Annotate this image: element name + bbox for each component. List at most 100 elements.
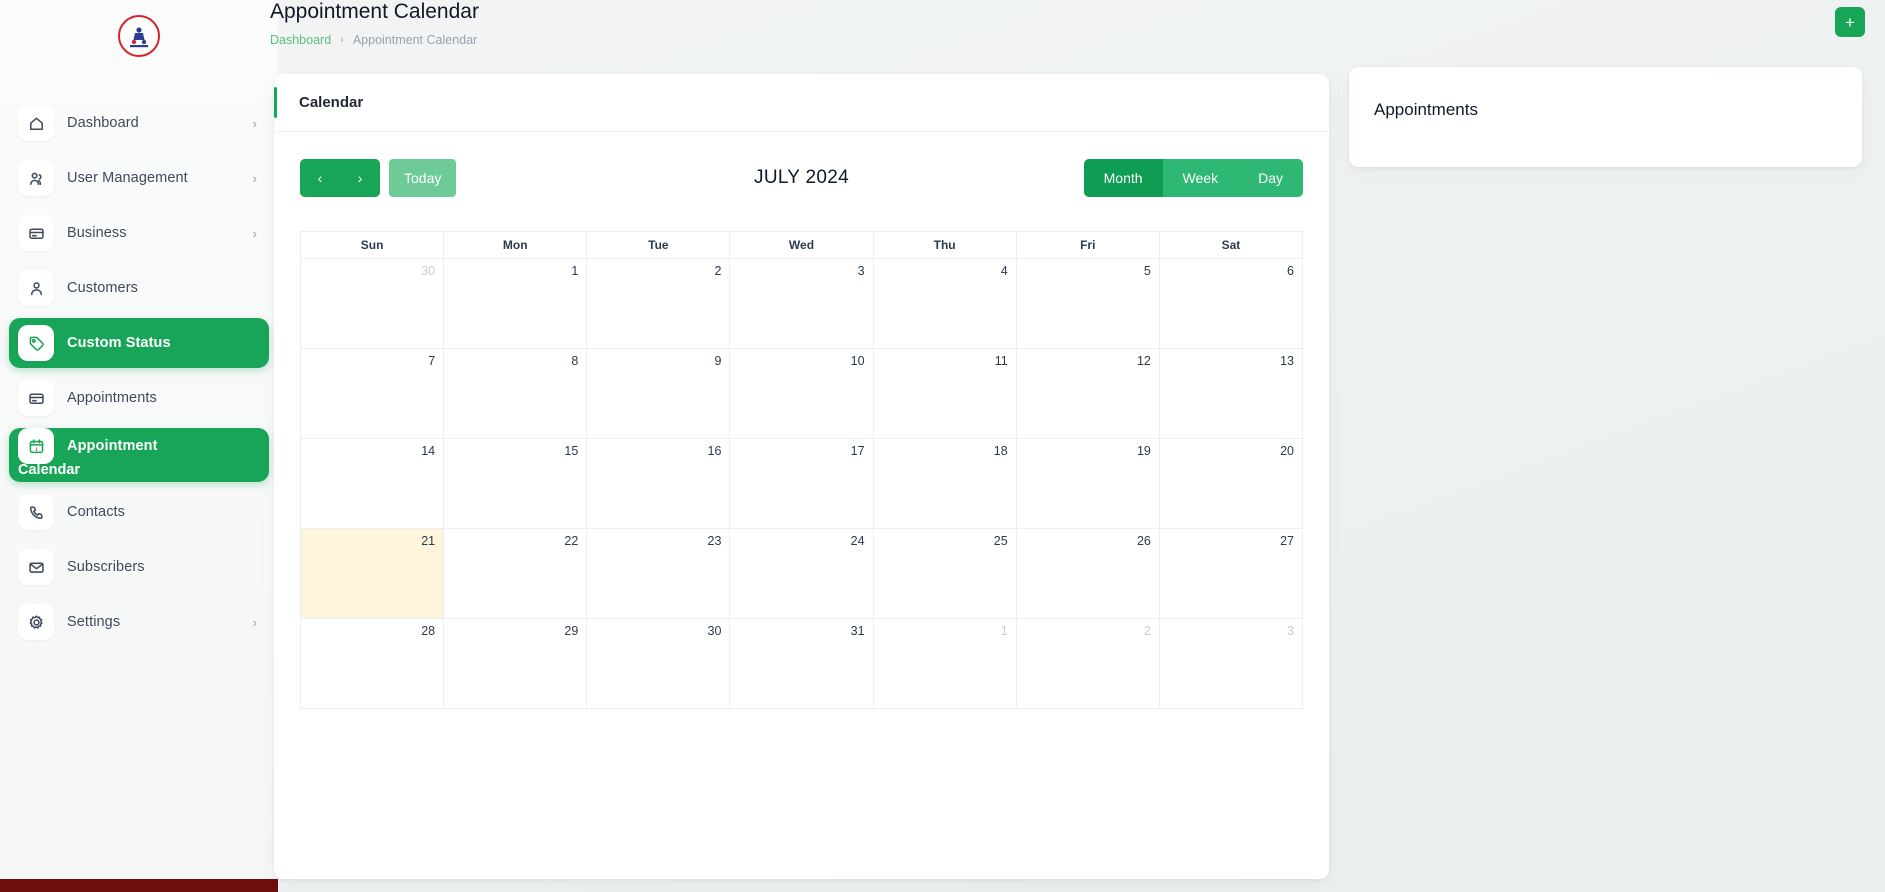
sidebar-item-business[interactable]: Business › (9, 208, 269, 258)
calendar-day-cell-today[interactable]: 21 (301, 529, 445, 619)
phone-icon (29, 505, 43, 519)
calendar-day-cell[interactable]: 5 (1016, 259, 1160, 349)
calendar-day-cell[interactable]: 24 (730, 529, 874, 619)
sidebar-item-label: Subscribers (67, 559, 145, 575)
mail-icon-wrapper (18, 549, 54, 585)
chevron-right-icon: › (252, 115, 257, 131)
calendar-card-title: Calendar (299, 94, 364, 111)
calendar-day-cell[interactable]: 8 (444, 349, 588, 439)
calendar-grid: Sun Mon Tue Wed Thu Fri Sat 30 1 2 3 4 5 6 7 8 9 10 11 12 13… (300, 231, 1303, 709)
sidebar-item-label: Appointments (67, 390, 157, 406)
logo-mark-icon (130, 27, 148, 48)
calendar-day-cell[interactable]: 19 (1016, 439, 1160, 529)
card-accent-bar (274, 87, 277, 118)
sidebar-item-label: Contacts (67, 504, 126, 520)
sidebar-item-subscribers[interactable]: Subscribers (9, 542, 269, 592)
calendar-day-cell[interactable]: 30 (587, 619, 731, 709)
calendar-day-cell[interactable]: 6 (1159, 259, 1302, 349)
tag-icon (29, 336, 44, 351)
calendar-dayname-sat: Sat (1159, 232, 1302, 259)
breadcrumb-dashboard-link[interactable]: Dashboard (270, 33, 331, 47)
chevron-right-icon: › (252, 225, 257, 241)
chevron-right-icon: › (252, 170, 257, 186)
sidebar-item-settings[interactable]: Settings › (9, 597, 269, 647)
next-month-button[interactable]: › (340, 159, 380, 197)
sidebar-item-label: Customers (67, 280, 138, 296)
add-appointment-button[interactable]: + (1835, 7, 1865, 37)
sidebar-item-appointments[interactable]: Appointments (9, 373, 269, 423)
today-button[interactable]: Today (389, 159, 457, 197)
view-month-button[interactable]: Month (1083, 159, 1163, 197)
calendar-day-cell[interactable]: 29 (444, 619, 588, 709)
gear-icon (29, 614, 43, 629)
calendar-day-cell[interactable]: 2 (587, 259, 731, 349)
calendar-day-cell[interactable]: 4 (873, 259, 1017, 349)
sidebar-item-appointment[interactable]: 1 Appointment Calendar (9, 428, 269, 482)
sidebar-item-custom-status[interactable]: Custom Status (9, 318, 269, 368)
calendar-day-cell[interactable]: 11 (873, 349, 1017, 439)
calendar-dayname-mon: Mon (444, 232, 588, 259)
calendar-day-cell[interactable]: 28 (301, 619, 445, 709)
calendar-day-cell[interactable]: 1 (444, 259, 588, 349)
card-icon-wrapper (18, 380, 54, 416)
calendar-dayname-row: Sun Mon Tue Wed Thu Fri Sat (301, 232, 1302, 259)
card-icon (28, 392, 44, 404)
calendar-day-cell[interactable]: 30 (301, 259, 445, 349)
breadcrumb-current: Appointment Calendar (352, 33, 478, 47)
gear-icon-wrapper (18, 604, 54, 640)
sidebar-nav: Dashboard › User Management › Business › Custo… (0, 72, 278, 647)
home-icon (29, 117, 43, 130)
calendar-day-cell[interactable]: 9 (587, 349, 731, 439)
sidebar-item-user-management[interactable]: User Management › (9, 153, 269, 203)
calendar-day-cell[interactable]: 17 (730, 439, 874, 529)
home-icon-wrapper (18, 105, 54, 141)
calendar-day-cell[interactable]: 3 (1159, 619, 1302, 709)
calendar-day-cell[interactable]: 23 (587, 529, 731, 619)
calendar-day-cell[interactable]: 1 (873, 619, 1017, 709)
sidebar-item-customers[interactable]: Customers (9, 263, 269, 313)
calendar-dayname-wed: Wed (730, 232, 874, 259)
calendar-day-cell[interactable]: 2 (1016, 619, 1160, 709)
calendar-day-cell[interactable]: 20 (1159, 439, 1302, 529)
chevron-right-icon: › (252, 614, 257, 630)
calendar-day-cell[interactable]: 25 (873, 529, 1017, 619)
sidebar-item-label: Appointment (67, 438, 158, 454)
horizontal-scrollbar-thumb[interactable] (0, 879, 278, 892)
calendar-day-cell[interactable]: 15 (444, 439, 588, 529)
calendar-day-cell[interactable]: 14 (301, 439, 445, 529)
view-week-button[interactable]: Week (1162, 159, 1239, 197)
calendar-day-cell[interactable]: 22 (444, 529, 588, 619)
sidebar-item-contacts[interactable]: Contacts (9, 487, 269, 537)
calendar-dayname-thu: Thu (873, 232, 1017, 259)
phone-icon-wrapper (18, 494, 54, 530)
calendar-day-cell[interactable]: 31 (730, 619, 874, 709)
calendar-day-cell[interactable]: 12 (1016, 349, 1160, 439)
user-icon (30, 281, 42, 295)
brand-logo[interactable] (0, 0, 278, 72)
calendar-day-cell[interactable]: 10 (730, 349, 874, 439)
mail-icon (28, 562, 44, 573)
sidebar-item-label: Dashboard (67, 115, 139, 131)
sidebar-item-dashboard[interactable]: Dashboard › (9, 98, 269, 148)
view-day-button[interactable]: Day (1238, 159, 1303, 197)
horizontal-scrollbar[interactable] (0, 879, 1885, 892)
calendar-dayname-fri: Fri (1016, 232, 1160, 259)
prev-month-button[interactable]: ‹ (300, 159, 340, 197)
sidebar-item-label: Business (67, 225, 127, 241)
calendar-day-cell[interactable]: 3 (730, 259, 874, 349)
calendar-day-cell[interactable]: 26 (1016, 529, 1160, 619)
calendar-day-cell[interactable]: 27 (1159, 529, 1302, 619)
calendar-card: Calendar ‹ › Today JULY 2024 Month Week Da… (274, 74, 1329, 879)
sidebar-item-label-line2: Calendar (18, 462, 81, 478)
calendar-day-cell[interactable]: 13 (1159, 349, 1302, 439)
calendar-day-cell[interactable]: 16 (587, 439, 731, 529)
sidebar-item-label: User Management (67, 170, 188, 186)
breadcrumb-separator-icon: › (340, 34, 344, 46)
calendar-week-row: 14 15 16 17 18 19 20 (301, 439, 1302, 529)
calendar-day-cell[interactable]: 7 (301, 349, 445, 439)
card-icon (28, 227, 44, 239)
calendar-day-cell[interactable]: 18 (873, 439, 1017, 529)
page-title: Appointment Calendar (270, 0, 479, 23)
tag-icon-wrapper (18, 325, 54, 361)
calendar-week-row: 7 8 9 10 11 12 13 (301, 349, 1302, 439)
